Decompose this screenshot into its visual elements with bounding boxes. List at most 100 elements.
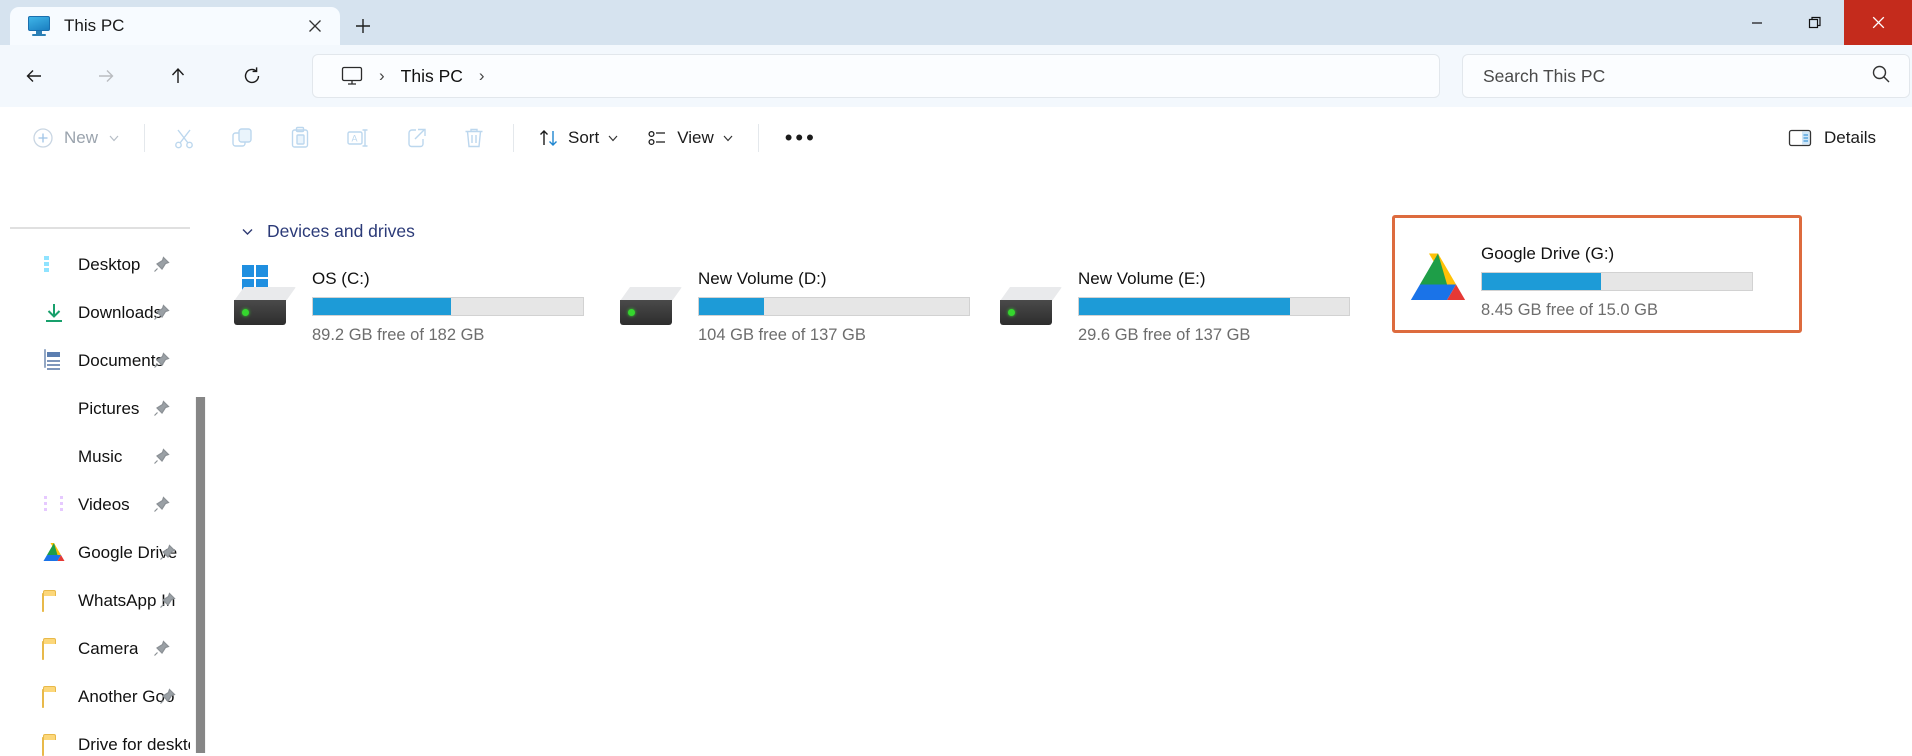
videos-icon <box>42 494 66 516</box>
capacity-bar-fill <box>1482 273 1601 290</box>
drive-info: OS (C:) 89.2 GB free of 182 GB <box>312 265 584 345</box>
copy-button[interactable] <box>213 116 271 160</box>
hdd-icon <box>618 265 692 335</box>
sidebar-item-google-drive[interactable]: Google Drive <box>0 529 212 577</box>
pin-icon[interactable] <box>153 496 170 518</box>
file-list-pane: Devices and drives OS (C:) 89.2 GB free … <box>212 169 1912 756</box>
tab-label: This PC <box>64 16 125 35</box>
sidebar-item-pictures[interactable]: Pictures <box>0 385 212 433</box>
sidebar-divider <box>10 227 190 229</box>
sidebar-item-label: Pictures <box>78 399 140 418</box>
google-drive-icon <box>1401 240 1475 310</box>
minimize-button[interactable] <box>1728 0 1786 45</box>
sort-button[interactable]: Sort <box>524 116 633 160</box>
search-icon[interactable] <box>1871 64 1891 89</box>
svg-text:A: A <box>352 134 358 144</box>
drive-item-new-volume-e[interactable]: New Volume (E:) 29.6 GB free of 137 GB <box>992 253 1360 353</box>
chevron-down-icon <box>608 135 618 142</box>
pin-icon[interactable] <box>159 544 176 566</box>
sidebar-item-label: Camera <box>78 639 139 658</box>
see-more-button[interactable]: ••• <box>769 116 833 160</box>
music-icon <box>42 446 66 468</box>
drive-item-os-c[interactable]: OS (C:) 89.2 GB free of 182 GB <box>226 253 594 353</box>
sidebar-item-drive-for-desktop[interactable]: Drive for desktop <box>0 721 212 756</box>
sort-arrows-icon <box>540 130 558 146</box>
view-list-icon <box>648 130 666 146</box>
search-input[interactable]: Search This PC <box>1483 66 1871 87</box>
refresh-icon[interactable] <box>228 54 276 98</box>
drive-item-new-volume-d[interactable]: New Volume (D:) 104 GB free of 137 GB <box>612 253 980 353</box>
sidebar-item-camera[interactable]: Camera <box>0 625 212 673</box>
drive-capacity-text: 29.6 GB free of 137 GB <box>1078 326 1251 344</box>
pin-icon[interactable] <box>153 640 170 662</box>
pin-icon[interactable] <box>153 256 170 278</box>
close-button[interactable] <box>1844 0 1912 45</box>
this-pc-monitor-icon <box>28 16 50 36</box>
paste-button[interactable] <box>271 116 329 160</box>
sidebar-item-label: Videos <box>78 495 130 514</box>
details-button-label: Details <box>1824 128 1876 147</box>
sidebar-item-desktop[interactable]: Desktop <box>0 241 212 289</box>
sidebar-item-whatsapp-in[interactable]: WhatsApp In <box>0 577 212 625</box>
hdd-icon <box>998 265 1072 335</box>
pin-icon[interactable] <box>153 352 170 374</box>
chevron-down-icon[interactable] <box>240 224 255 239</box>
sidebar-item-label: Desktop <box>78 255 141 274</box>
sidebar-item-documents[interactable]: Documents <box>0 337 212 385</box>
sidebar-list: Desktop Downloads Documents Pictures Mus… <box>0 241 212 756</box>
drive-capacity-text: 104 GB free of 137 GB <box>698 326 866 344</box>
sidebar-item-downloads[interactable]: Downloads <box>0 289 212 337</box>
view-button[interactable]: View <box>633 116 748 160</box>
delete-button[interactable] <box>445 116 503 160</box>
new-tab-button[interactable] <box>340 7 386 45</box>
rename-button[interactable]: A <box>329 116 387 160</box>
sidebar-item-label: Documents <box>78 351 164 370</box>
pin-icon[interactable] <box>153 304 170 326</box>
sidebar-item-videos[interactable]: Videos <box>0 481 212 529</box>
new-button[interactable]: New <box>18 116 134 160</box>
pin-icon[interactable] <box>159 592 176 614</box>
cut-button[interactable] <box>155 116 213 160</box>
toolbar-divider-3 <box>757 124 759 152</box>
toolbar-divider-1 <box>144 124 146 152</box>
pin-icon[interactable] <box>153 400 170 422</box>
details-pane-button[interactable]: Details <box>1774 116 1890 160</box>
breadcrumb[interactable]: › This PC › <box>312 54 1440 98</box>
breadcrumb-separator-2[interactable]: › <box>479 66 485 86</box>
pin-icon[interactable] <box>159 688 176 710</box>
breadcrumb-this-pc[interactable]: This PC <box>401 66 463 87</box>
chevron-down-icon <box>723 135 733 142</box>
search-box[interactable]: Search This PC <box>1462 54 1910 98</box>
window-controls <box>1728 0 1912 45</box>
pin-icon[interactable] <box>153 448 170 470</box>
pictures-icon <box>42 398 66 420</box>
share-button[interactable] <box>387 116 445 160</box>
forward-arrow-icon[interactable] <box>82 54 130 98</box>
capacity-bar <box>1078 297 1350 316</box>
address-bar: › This PC › Search This PC <box>0 45 1912 107</box>
this-pc-icon[interactable] <box>341 66 363 86</box>
toolbar-divider-2 <box>513 124 515 152</box>
tab-this-pc[interactable]: This PC <box>10 7 340 45</box>
details-pane-icon <box>1788 129 1812 147</box>
downloads-icon <box>42 302 66 324</box>
devices-and-drives-group-header[interactable]: Devices and drives <box>240 221 415 242</box>
drive-item-google-drive-g[interactable]: Google Drive (G:) 8.45 GB free of 15.0 G… <box>1392 215 1802 333</box>
desktop-icon <box>42 254 66 276</box>
capacity-bar <box>312 297 584 316</box>
sidebar-scrollbar[interactable] <box>195 397 206 753</box>
up-arrow-icon[interactable] <box>154 54 202 98</box>
drive-info: New Volume (D:) 104 GB free of 137 GB <box>698 265 970 345</box>
drive-name: OS (C:) <box>312 269 370 288</box>
group-title: Devices and drives <box>267 221 415 241</box>
folder-icon <box>42 590 66 612</box>
folder-icon <box>42 638 66 660</box>
maximize-restore-button[interactable] <box>1786 0 1844 45</box>
sidebar-item-another-goo[interactable]: Another Goo <box>0 673 212 721</box>
sidebar-scrollbar-thumb[interactable] <box>196 397 205 753</box>
back-arrow-icon[interactable] <box>10 54 58 98</box>
navigation-pane: Desktop Downloads Documents Pictures Mus… <box>0 169 212 756</box>
sidebar-item-music[interactable]: Music <box>0 433 212 481</box>
close-icon[interactable] <box>300 11 330 41</box>
capacity-bar-fill <box>1079 298 1290 315</box>
